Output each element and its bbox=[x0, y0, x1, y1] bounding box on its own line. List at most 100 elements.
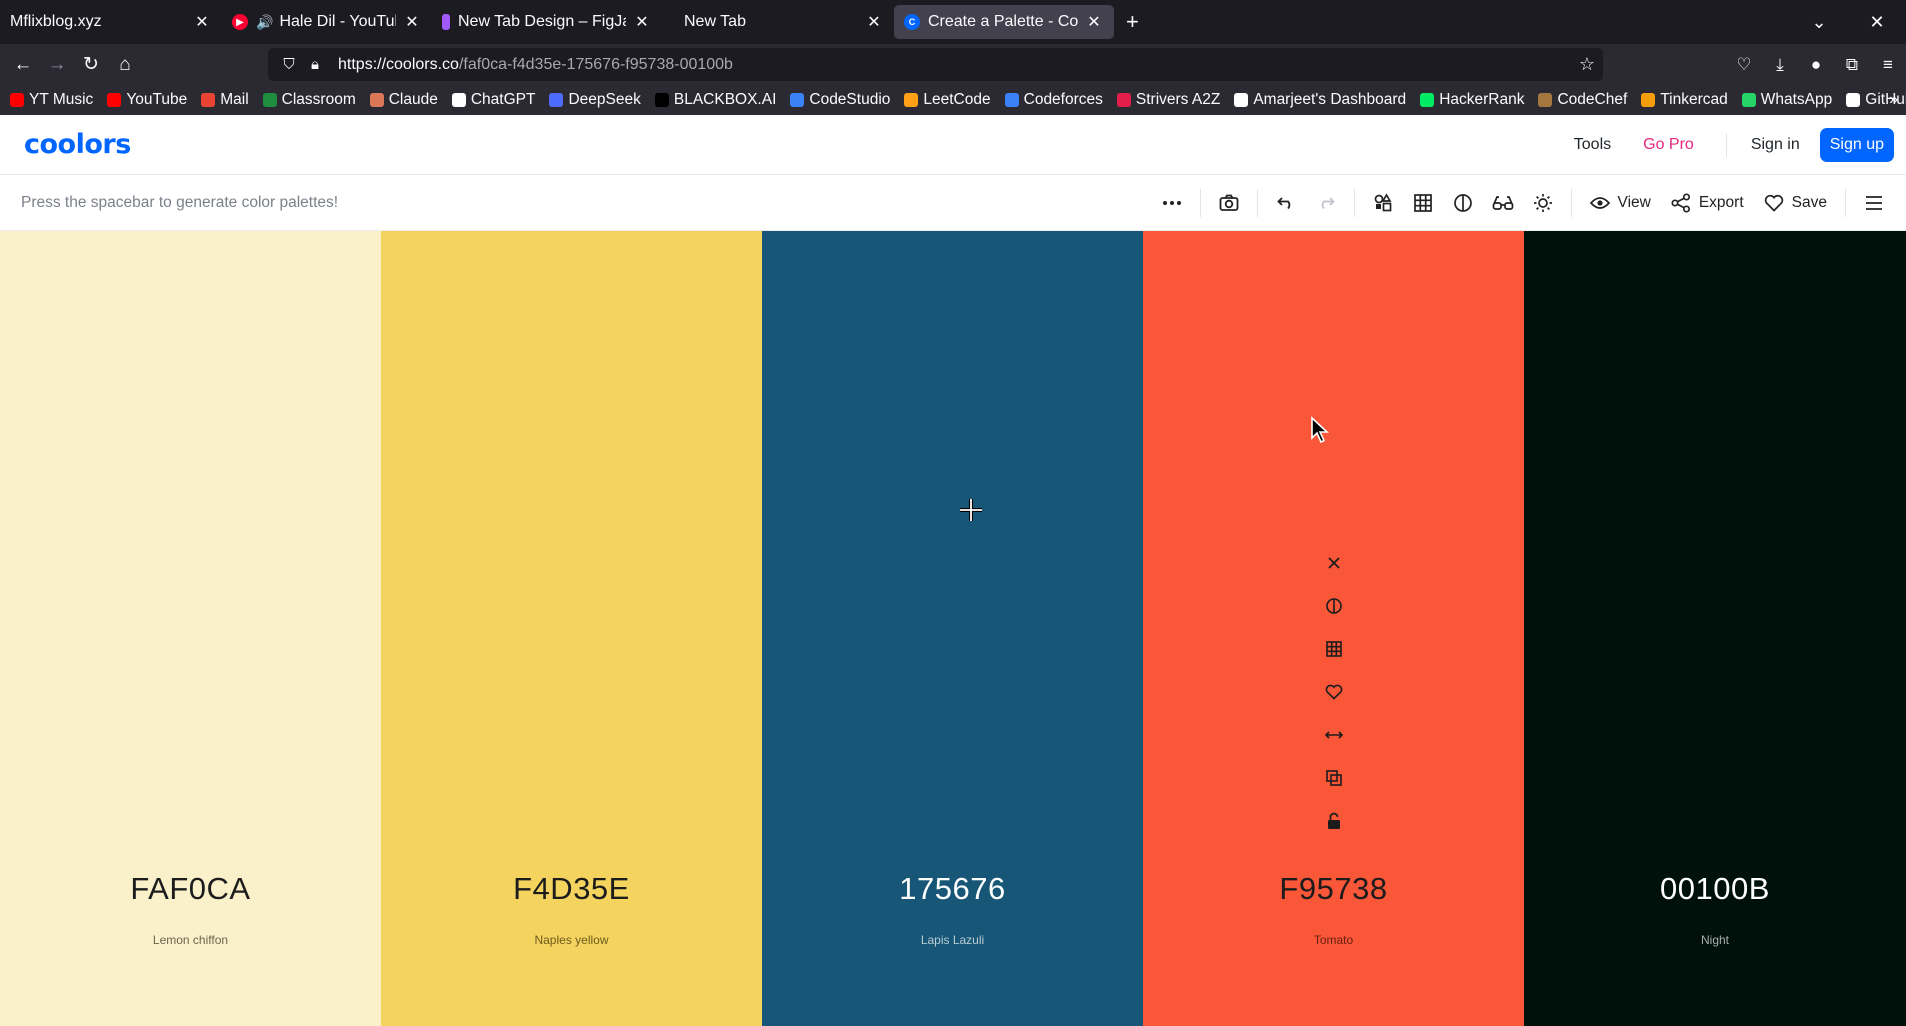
hex-code[interactable]: 00100B bbox=[1524, 871, 1906, 907]
bookmark-item[interactable]: HackerRank bbox=[1420, 91, 1524, 109]
bookmark-item[interactable]: YT Music bbox=[10, 91, 93, 109]
color-palette: FAF0CA Lemon chiffon F4D35E Naples yello… bbox=[0, 231, 1906, 1026]
coolors-logo[interactable]: coolors bbox=[24, 129, 131, 160]
bookmark-item[interactable]: Mail bbox=[201, 91, 249, 109]
tab-close-icon[interactable]: ✕ bbox=[1084, 12, 1104, 32]
bookmark-item[interactable]: ChatGPT bbox=[451, 91, 535, 109]
bookmark-favicon-icon bbox=[1846, 93, 1861, 107]
bookmark-item[interactable]: Codeforces bbox=[1004, 91, 1103, 109]
header-divider bbox=[1725, 133, 1727, 157]
bookmark-item[interactable]: Amarjeet's Dashboard bbox=[1234, 91, 1406, 109]
tab-coolors[interactable]: C Create a Palette - Coolor ✕ bbox=[894, 5, 1114, 39]
shield-icon[interactable]: ⛉ bbox=[276, 56, 302, 73]
reload-icon[interactable]: ↻ bbox=[74, 53, 108, 76]
extension-avatar-icon[interactable]: ● bbox=[1798, 55, 1834, 75]
speaker-icon[interactable]: 🔊 bbox=[256, 14, 273, 31]
hamburger-menu-icon[interactable] bbox=[1854, 183, 1894, 223]
tools-link[interactable]: Tools bbox=[1574, 136, 1611, 154]
view-shades-grid-icon[interactable] bbox=[1320, 627, 1348, 670]
view-button[interactable]: View bbox=[1589, 194, 1651, 212]
address-bar[interactable]: ⛉ 🔒︎ https://coolors.co/faf0ca-f4d35e-17… bbox=[268, 48, 1603, 81]
bookmark-item[interactable]: DeepSeek bbox=[549, 91, 641, 109]
url-text: https://coolors.co/faf0ca-f4d35e-175676-… bbox=[338, 56, 733, 74]
hex-code[interactable]: 175676 bbox=[762, 871, 1143, 907]
shades-contrast-icon[interactable] bbox=[1320, 584, 1348, 627]
bookmark-item[interactable]: Tinkercad bbox=[1641, 91, 1728, 109]
new-tab-plus-icon[interactable]: + bbox=[1126, 9, 1139, 35]
bookmark-favicon-icon bbox=[1116, 93, 1131, 107]
save-button[interactable]: Save bbox=[1764, 194, 1827, 212]
forward-arrow-icon[interactable]: → bbox=[40, 54, 74, 76]
bookmark-label: Tinkercad bbox=[1660, 91, 1728, 108]
sign-up-button[interactable]: Sign up bbox=[1819, 128, 1894, 162]
lock-icon[interactable]: 🔒︎ bbox=[302, 56, 328, 73]
list-all-tabs-chevron-icon[interactable]: ⌄ bbox=[1790, 12, 1848, 33]
color-swatch[interactable]: 175676 Lapis Lazuli bbox=[762, 231, 1143, 1026]
bookmark-label: LeetCode bbox=[923, 91, 991, 108]
bookmark-label: Strivers A2Z bbox=[1135, 91, 1221, 108]
home-icon[interactable]: ⌂ bbox=[108, 54, 142, 76]
brightness-icon[interactable] bbox=[1523, 183, 1563, 223]
tab-close-icon[interactable]: ✕ bbox=[864, 12, 884, 32]
menu-hamburger-icon[interactable]: ≡ bbox=[1870, 55, 1906, 75]
hex-code[interactable]: F4D35E bbox=[381, 871, 762, 907]
sign-in-link[interactable]: Sign in bbox=[1751, 136, 1800, 154]
color-swatch[interactable]: F4D35E Naples yellow bbox=[381, 231, 762, 1026]
undo-icon[interactable] bbox=[1266, 183, 1306, 223]
contrast-icon[interactable] bbox=[1443, 183, 1483, 223]
bookmarks-bar: YT Music YouTube Mail Classroom Claude ChatGP… bbox=[0, 85, 1906, 115]
bookmark-item[interactable]: CodeChef bbox=[1538, 91, 1627, 109]
camera-icon[interactable] bbox=[1209, 183, 1249, 223]
bookmark-favicon-icon bbox=[904, 93, 919, 107]
bookmark-star-icon[interactable]: ☆ bbox=[1579, 54, 1595, 75]
color-swatch[interactable]: FAF0CA Lemon chiffon bbox=[0, 231, 381, 1026]
redo-icon[interactable] bbox=[1306, 183, 1346, 223]
tab-figjam[interactable]: New Tab Design – FigJar ✕ bbox=[432, 5, 662, 39]
pocket-icon[interactable]: ♡ bbox=[1726, 55, 1762, 75]
bookmark-item[interactable]: WhatsApp bbox=[1741, 91, 1832, 109]
color-swatch[interactable]: F95738 Tomato bbox=[1143, 231, 1524, 1026]
bookmark-label: CodeStudio bbox=[809, 91, 891, 108]
hex-code[interactable]: FAF0CA bbox=[0, 871, 381, 907]
favorite-heart-icon[interactable] bbox=[1320, 670, 1348, 713]
bookmark-label: Classroom bbox=[281, 91, 356, 108]
bookmark-item[interactable]: CodeStudio bbox=[790, 91, 890, 109]
more-options-icon[interactable] bbox=[1152, 183, 1192, 223]
grid-icon[interactable] bbox=[1403, 183, 1443, 223]
bookmark-item[interactable]: Claude bbox=[369, 91, 438, 109]
tab-youtube-music[interactable]: ▶ 🔊 Hale Dil - YouTube Mu ✕ bbox=[222, 5, 432, 39]
bookmark-label: DeepSeek bbox=[568, 91, 641, 108]
url-path: /faf0ca-f4d35e-175676-f95738-00100b bbox=[458, 55, 733, 73]
export-button[interactable]: Export bbox=[1671, 193, 1744, 213]
glasses-icon[interactable] bbox=[1483, 183, 1523, 223]
shapes-icon[interactable] bbox=[1363, 183, 1403, 223]
swatch-tools bbox=[1320, 541, 1348, 842]
go-pro-link[interactable]: Go Pro bbox=[1643, 136, 1694, 154]
toolbar-divider bbox=[1199, 189, 1201, 217]
bookmark-favicon-icon bbox=[451, 93, 466, 107]
bookmark-item[interactable]: LeetCode bbox=[904, 91, 991, 109]
url-host: https://coolors.co bbox=[338, 55, 459, 73]
bookmark-item[interactable]: Classroom bbox=[262, 91, 356, 109]
tab-close-icon[interactable]: ✕ bbox=[192, 12, 212, 32]
bookmarks-overflow-chevron-icon[interactable]: » bbox=[1889, 91, 1898, 109]
tab-close-icon[interactable]: ✕ bbox=[402, 12, 422, 32]
color-swatch[interactable]: 00100B Night bbox=[1524, 231, 1906, 1026]
window-close-icon[interactable]: ✕ bbox=[1848, 12, 1906, 33]
copy-hex-icon[interactable] bbox=[1320, 756, 1348, 799]
tab-mflixblog[interactable]: Mflixblog.xyz ✕ bbox=[0, 5, 222, 39]
remove-color-icon[interactable] bbox=[1320, 541, 1348, 584]
extensions-puzzle-icon[interactable]: ⧉ bbox=[1834, 55, 1870, 75]
bookmark-item[interactable]: Strivers A2Z bbox=[1116, 91, 1221, 109]
tab-close-icon[interactable]: ✕ bbox=[632, 12, 652, 32]
bookmark-item[interactable]: BLACKBOX.AI bbox=[654, 91, 776, 109]
tab-new-tab[interactable]: New Tab ✕ bbox=[662, 5, 894, 39]
bookmark-item[interactable]: YouTube bbox=[107, 91, 187, 109]
unlock-icon[interactable] bbox=[1320, 799, 1348, 842]
hex-code[interactable]: F95738 bbox=[1143, 871, 1524, 907]
drag-move-arrows-icon[interactable] bbox=[1320, 713, 1348, 756]
download-icon[interactable]: ⤓ bbox=[1762, 55, 1798, 75]
back-arrow-icon[interactable]: ← bbox=[6, 54, 40, 76]
palette-toolbar: Press the spacebar to generate color pal… bbox=[0, 175, 1906, 231]
toolbar-divider bbox=[1845, 189, 1846, 217]
